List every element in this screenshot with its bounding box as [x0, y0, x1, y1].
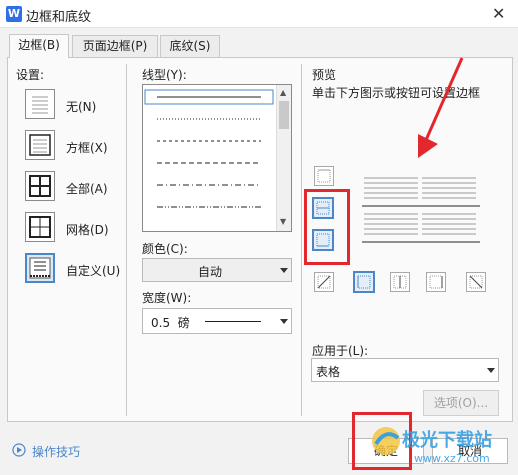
line-type-label: 线型(Y):: [142, 68, 187, 82]
color-value: 自动: [197, 265, 222, 279]
all-border-icon[interactable]: [25, 171, 55, 201]
diagonal-up-button[interactable]: [466, 272, 486, 292]
width-line-sample: [205, 321, 261, 322]
dialog-title: 边框和底纹: [26, 10, 92, 25]
none-border-icon[interactable]: [25, 89, 55, 119]
scroll-up-icon[interactable]: ▲: [280, 88, 286, 97]
width-value: 0.5 磅: [151, 316, 190, 330]
chevron-down-icon: [487, 368, 495, 373]
tips-link[interactable]: 操作技巧: [32, 443, 80, 460]
width-select[interactable]: 0.5 磅: [142, 308, 292, 334]
separator-left: [126, 64, 127, 416]
left-border-button[interactable]: [353, 271, 375, 293]
diagonal-down-icon: [469, 275, 483, 289]
close-icon[interactable]: ✕: [492, 4, 505, 23]
inside-vertical-button[interactable]: [390, 272, 410, 292]
wps-app-icon: W: [6, 6, 22, 22]
annotation-arrow: [418, 57, 464, 158]
chevron-down-icon: [280, 319, 288, 324]
grid-border-icon[interactable]: [25, 212, 55, 242]
play-tips-icon[interactable]: [12, 443, 26, 457]
setting-none-label[interactable]: 无(N): [66, 98, 96, 115]
diagonal-down-button[interactable]: [314, 272, 334, 292]
color-select[interactable]: 自动: [142, 258, 292, 282]
tab-borders[interactable]: 边框(B): [9, 34, 69, 58]
apply-to-select[interactable]: 表格: [311, 358, 499, 382]
apply-to-label: 应用于(L):: [312, 344, 369, 358]
inside-vertical-icon: [393, 275, 407, 289]
options-button[interactable]: 选项(O)...: [423, 390, 499, 416]
settings-heading: 设置:: [16, 68, 45, 82]
preview-sample: [362, 177, 480, 243]
tab-page-borders[interactable]: 页面边框(P): [72, 35, 158, 57]
apply-to-value: 表格: [316, 365, 341, 379]
diagonal-up-icon: [317, 275, 331, 289]
right-border-icon: [429, 275, 443, 289]
scrollbar-thumb[interactable]: [279, 101, 289, 129]
left-border-icon: [357, 275, 371, 289]
watermark-logo-icon: [372, 427, 400, 455]
line-type-options[interactable]: [143, 85, 275, 231]
width-label: 宽度(W):: [142, 291, 192, 305]
setting-box-label[interactable]: 方框(X): [66, 139, 108, 156]
top-border-icon: [317, 169, 331, 183]
annotation-highlight-box: [304, 189, 350, 265]
color-label: 颜色(C):: [142, 242, 188, 256]
custom-border-icon[interactable]: [25, 253, 55, 283]
separator-right: [301, 64, 302, 416]
line-type-scrollbar[interactable]: ▲ ▼: [276, 85, 291, 231]
line-type-list[interactable]: ▲ ▼: [142, 84, 292, 232]
preview-heading: 预览: [312, 68, 337, 82]
tab-shading[interactable]: 底纹(S): [160, 35, 220, 57]
box-border-icon[interactable]: [25, 130, 55, 160]
watermark-text: 极光下载站: [402, 430, 492, 451]
chevron-down-icon: [280, 268, 288, 273]
scroll-down-icon[interactable]: ▼: [280, 217, 286, 226]
top-border-button[interactable]: [314, 166, 334, 186]
setting-custom-label[interactable]: 自定义(U): [66, 262, 120, 279]
setting-all-label[interactable]: 全部(A): [66, 180, 108, 197]
watermark-url: www.xz7.com: [414, 452, 490, 465]
setting-grid-label[interactable]: 网格(D): [66, 221, 109, 238]
right-border-button[interactable]: [426, 272, 446, 292]
